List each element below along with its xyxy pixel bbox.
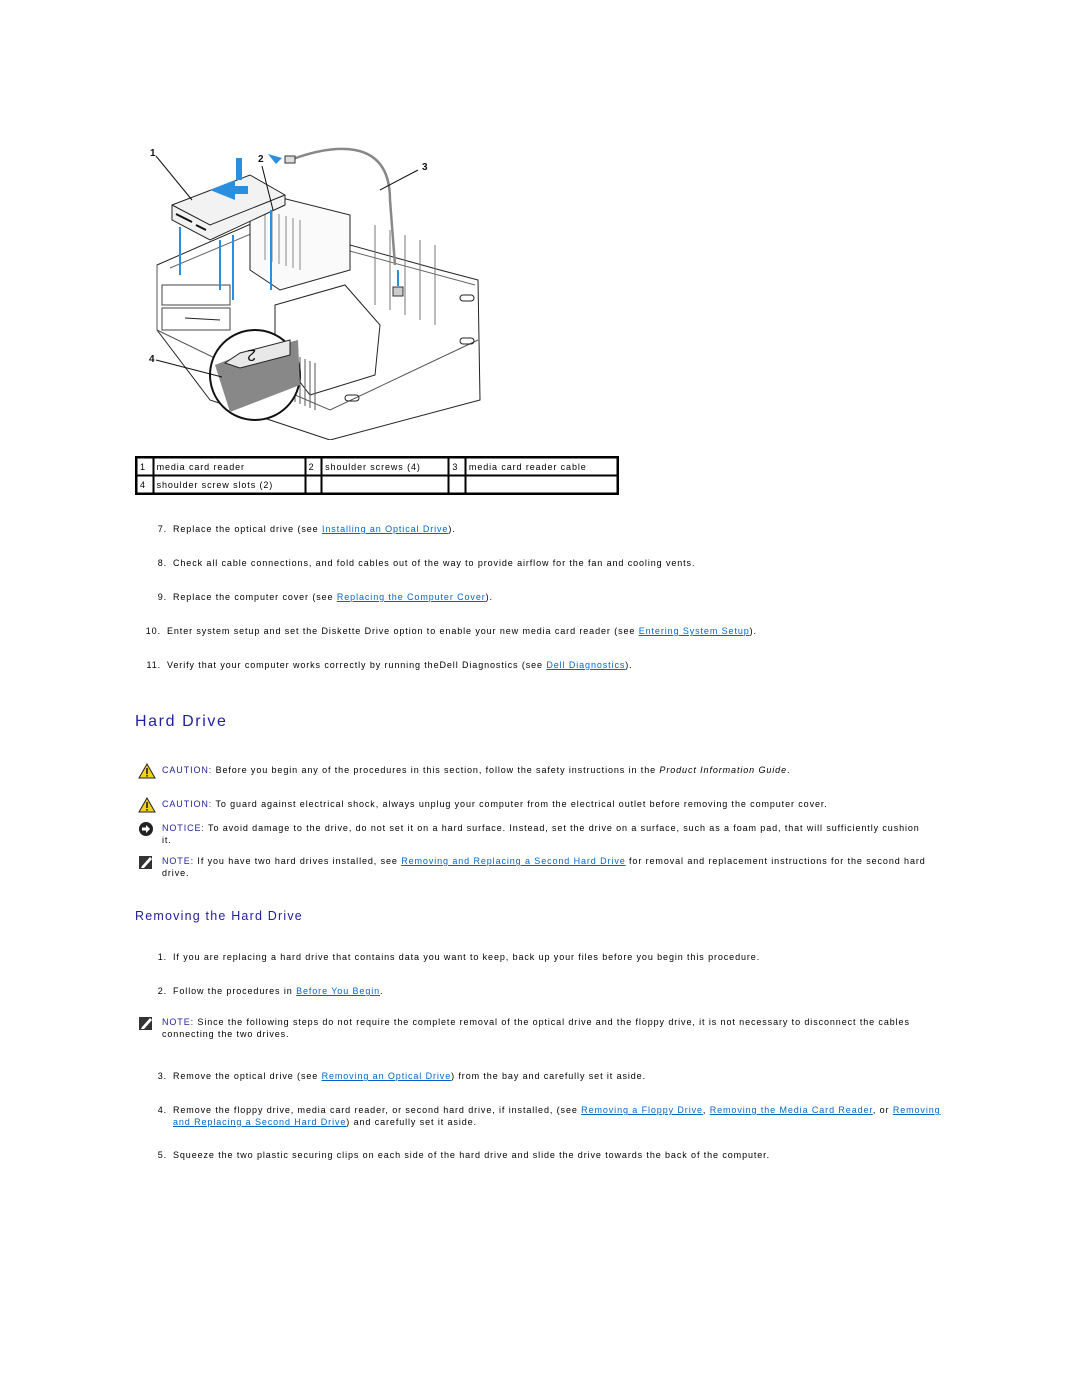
step-3: 3. Remove the optical drive (see Removing… xyxy=(147,1071,947,1083)
step-9: 9. Replace the computer cover (see Replac… xyxy=(147,592,947,604)
step-number: 11. xyxy=(146,660,161,670)
note-pencil-icon xyxy=(139,1017,152,1030)
step-number: 5. xyxy=(157,1150,167,1160)
callout-label: media card reader cable xyxy=(464,456,619,476)
callout-text: To avoid damage to the drive, do not set… xyxy=(162,823,920,845)
step-text: Follow the procedures in xyxy=(173,986,297,996)
callout-label: CAUTION: xyxy=(162,765,213,775)
callout-label: NOTE: xyxy=(162,856,195,866)
media-card-reader-installation-figure: 2 1 2 3 4 xyxy=(149,147,481,440)
step-text: Replace the computer cover (see xyxy=(173,592,337,602)
callout-text: Since the following steps do not require… xyxy=(162,1017,910,1039)
callout-label xyxy=(321,475,450,495)
callout-num: 3 xyxy=(448,456,466,476)
link-removing-optical-drive[interactable]: Removing an Optical Drive xyxy=(322,1071,452,1081)
step-8: 8. Check all cable connections, and fold … xyxy=(147,558,947,570)
step-text: ). xyxy=(448,524,456,534)
step-text: ). xyxy=(625,660,633,670)
link-before-you-begin[interactable]: Before You Begin xyxy=(296,986,380,996)
callout-number-4: 4 xyxy=(149,354,155,365)
callout-label: NOTE: xyxy=(162,1017,195,1027)
step-number: 4. xyxy=(157,1105,167,1115)
notice-arrow-icon xyxy=(139,822,153,836)
step-text: , xyxy=(702,1105,710,1115)
callout-label: NOTICE: xyxy=(162,823,205,833)
step-number: 8. xyxy=(157,558,167,568)
step-text: If you are replacing a hard drive that c… xyxy=(173,952,761,962)
step-text: ) from the bay and carefully set it asid… xyxy=(451,1071,646,1081)
step-text: Check all cable connections, and fold ca… xyxy=(173,558,696,568)
callout-number-2: 2 xyxy=(258,154,264,165)
step-text: Remove the floppy drive, media card read… xyxy=(173,1105,582,1115)
link-entering-system-setup[interactable]: Entering System Setup xyxy=(639,626,750,636)
link-removing-replacing-second-hard-drive[interactable]: Removing and Replacing a Second Hard Dri… xyxy=(401,856,625,866)
callout-text: To guard against electrical shock, alway… xyxy=(212,799,828,809)
callout-legend-table: 1 media card reader 2 shoulder screws (4… xyxy=(135,456,619,495)
product-information-guide: Product Information Guide xyxy=(659,765,787,775)
step-text: ). xyxy=(485,592,493,602)
callout-label: CAUTION: xyxy=(162,799,213,809)
callout-text: If you have two hard drives installed, s… xyxy=(194,856,402,866)
callout-text: . xyxy=(786,765,791,775)
step-10: 10. Enter system setup and set the Disket… xyxy=(146,626,947,638)
callout-label: shoulder screws (4) xyxy=(321,456,450,476)
step-1: 1. If you are replacing a hard drive that… xyxy=(147,952,947,964)
step-number: 10. xyxy=(145,626,161,636)
warning-triangle-icon xyxy=(138,797,156,813)
callout-number-3: 3 xyxy=(422,162,428,173)
step-text: Enter system setup and set the Diskette … xyxy=(167,626,639,636)
step-text: Remove the optical drive (see xyxy=(173,1071,322,1081)
step-number: 2. xyxy=(157,986,167,996)
callout-num: 2 xyxy=(304,456,323,476)
callout-label xyxy=(464,475,619,495)
step-2: 2. Follow the procedures in Before You Be… xyxy=(147,986,947,998)
link-removing-floppy-drive[interactable]: Removing a Floppy Drive xyxy=(581,1105,703,1115)
step-number: 3. xyxy=(157,1071,167,1081)
subsection-title: Removing the Hard Drive xyxy=(135,909,303,923)
callout-num xyxy=(304,475,323,495)
section-title: Hard Drive xyxy=(135,713,228,730)
link-replacing-computer-cover[interactable]: Replacing the Computer Cover xyxy=(337,592,486,602)
step-7: 7. Replace the optical drive (see Install… xyxy=(147,524,947,536)
svg-text:2: 2 xyxy=(246,346,256,363)
step-number: 9. xyxy=(157,592,167,602)
link-installing-optical-drive[interactable]: Installing an Optical Drive xyxy=(322,524,448,534)
step-text: ) and carefully set it aside. xyxy=(346,1116,477,1127)
step-4: 4. Remove the floppy drive, media card re… xyxy=(147,1105,947,1128)
step-number: 1. xyxy=(157,952,167,962)
step-11: 11. Verify that your computer works corre… xyxy=(146,660,947,672)
step-text: Verify that your computer works correctl… xyxy=(167,660,547,670)
warning-triangle-icon xyxy=(138,763,156,779)
step-text: ). xyxy=(749,626,757,636)
callout-label: media card reader xyxy=(152,456,306,476)
step-text: , or xyxy=(872,1105,893,1115)
step-text: Replace the optical drive (see xyxy=(173,524,322,534)
table-row: 4 shoulder screw slots (2) xyxy=(135,475,619,495)
callout-num: 1 xyxy=(135,456,154,476)
link-removing-media-card-reader[interactable]: Removing the Media Card Reader xyxy=(710,1105,873,1115)
callout-number-1: 1 xyxy=(150,148,156,159)
callout-num xyxy=(448,475,466,495)
callout-text: Before you begin any of the procedures i… xyxy=(212,765,660,775)
table-row: 1 media card reader 2 shoulder screws (4… xyxy=(135,456,619,476)
step-text: Squeeze the two plastic securing clips o… xyxy=(173,1150,770,1160)
link-dell-diagnostics[interactable]: Dell Diagnostics xyxy=(546,660,625,670)
note-pencil-icon xyxy=(139,856,152,869)
step-5: 5. Squeeze the two plastic securing clips… xyxy=(147,1150,947,1162)
callout-label: shoulder screw slots (2) xyxy=(152,475,306,495)
callout-num: 4 xyxy=(135,475,154,495)
step-text: . xyxy=(380,986,384,996)
step-number: 7. xyxy=(157,524,167,534)
